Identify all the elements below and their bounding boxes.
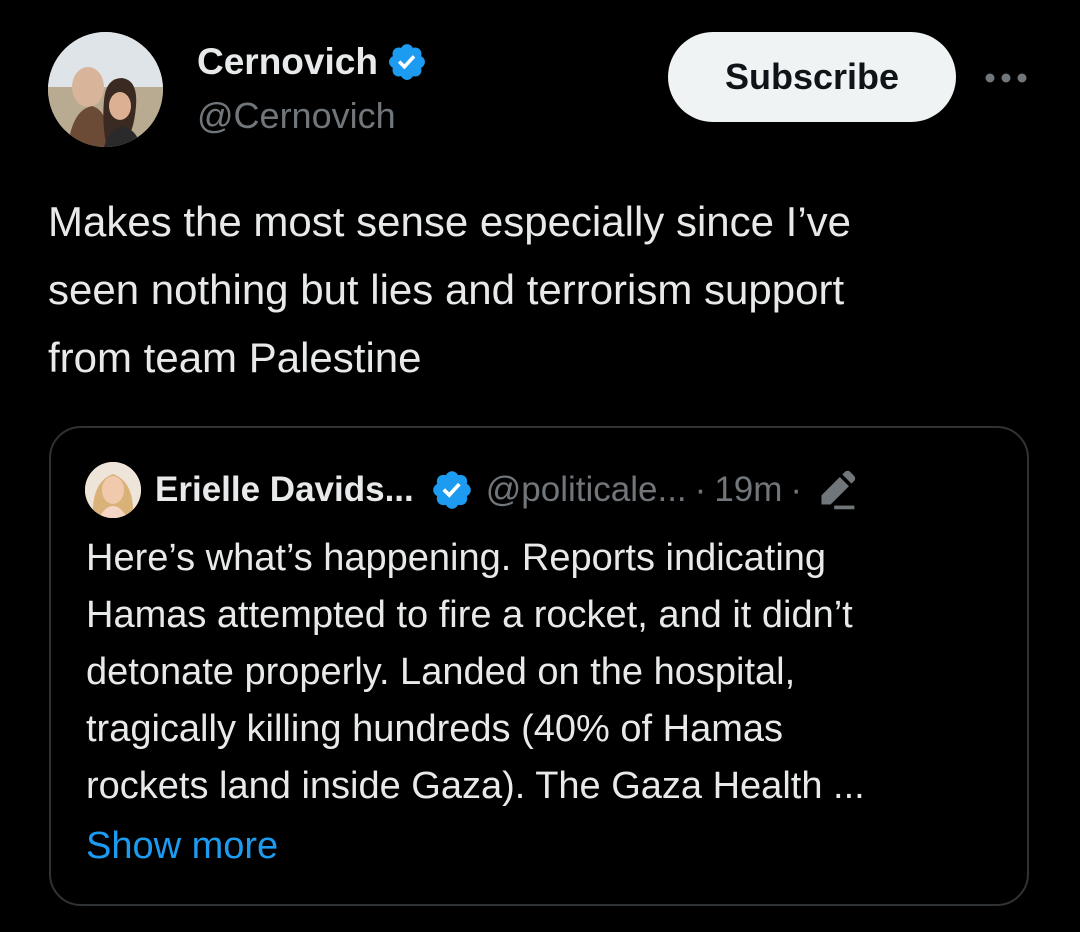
profile-photo-icon	[85, 462, 141, 518]
separator-dot: ·	[694, 470, 707, 509]
quoted-tweet-card[interactable]: Erielle Davids... @politicale... · 19m ·…	[49, 426, 1029, 906]
author-handle[interactable]: @Cernovich	[197, 94, 396, 138]
profile-photo-icon	[48, 32, 163, 147]
more-options-icon[interactable]	[984, 58, 1028, 98]
author-display-name[interactable]: Cernovich	[197, 40, 378, 84]
edit-pencil-icon[interactable]	[814, 468, 858, 512]
author-name-row: Cernovich	[197, 40, 428, 84]
tweet-text: Makes the most sense especially since I’…	[48, 198, 852, 381]
show-more-link[interactable]: Show more	[86, 818, 278, 875]
author-avatar[interactable]	[48, 32, 163, 147]
quote-author-avatar[interactable]	[85, 462, 141, 518]
tweet[interactable]: Cernovich @Cernovich Subscribe Makes the…	[0, 0, 1080, 932]
quote-timestamp[interactable]: 19m	[714, 470, 782, 510]
verified-badge-icon[interactable]	[430, 468, 474, 512]
quote-author-handle[interactable]: @politicale...	[486, 470, 687, 510]
quote-text: Here’s what’s happening. Reports indicat…	[86, 537, 865, 807]
separator-dot: ·	[790, 470, 803, 509]
subscribe-button[interactable]: Subscribe	[668, 32, 956, 122]
verified-badge-icon[interactable]	[386, 41, 428, 83]
quote-header: Erielle Davids... @politicale... · 19m ·	[155, 464, 858, 516]
quote-author-name[interactable]: Erielle Davids...	[155, 470, 414, 510]
